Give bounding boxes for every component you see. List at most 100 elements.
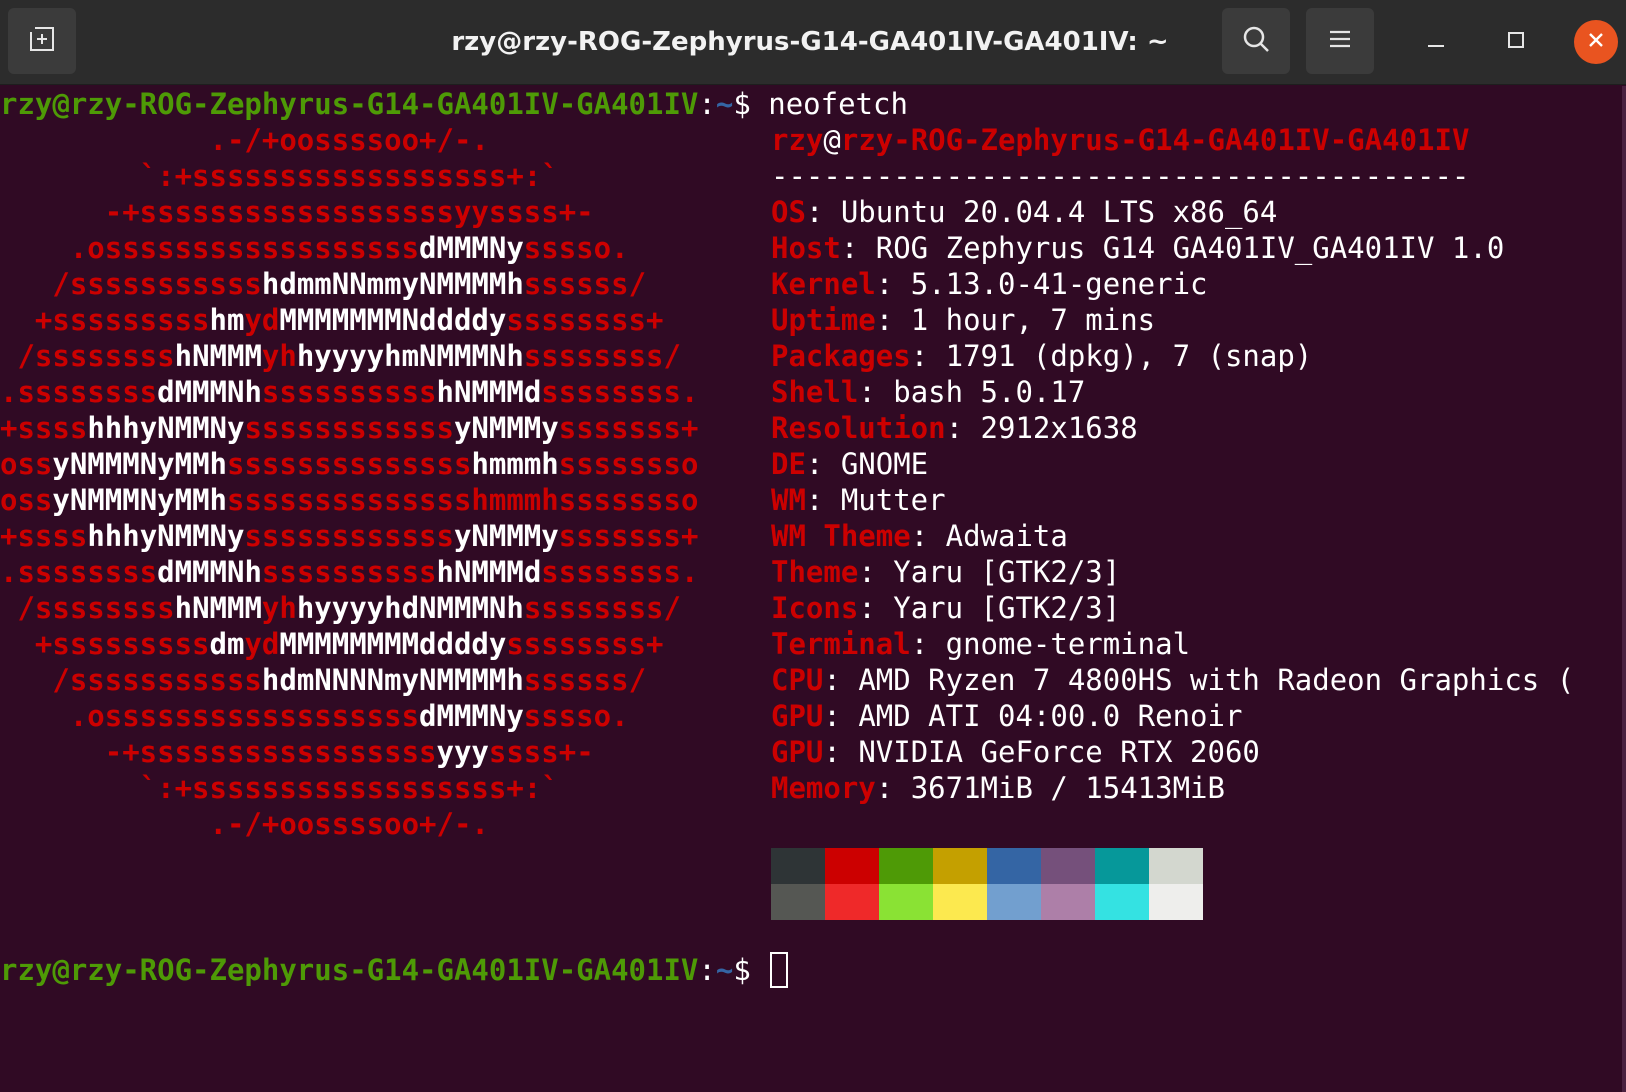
command-text: neofetch: [768, 87, 908, 121]
logo-segment: dMMMNh: [157, 555, 262, 589]
info-line: WM Theme: Adwaita: [771, 519, 1068, 553]
info-line: DE: GNOME: [771, 447, 929, 481]
logo-segment: hhhyNMMNy: [87, 519, 245, 553]
info-line: Theme: Yaru [GTK2/3]: [771, 555, 1121, 589]
scrollbar[interactable]: [1622, 86, 1626, 1092]
terminal-area[interactable]: rzy@rzy-ROG-Zephyrus-G14-GA401IV-GA401IV…: [0, 86, 1626, 1092]
logo-line: ossyNMMMNyMMhsssssssssssssshmmmhssssssso: [0, 446, 698, 482]
logo-segment: .ossssssssssssssssss: [0, 699, 420, 733]
info-value: gnome-terminal: [945, 627, 1191, 661]
logo-segment: hhhyNMMNy: [87, 411, 245, 445]
prompt-colon: :: [698, 953, 716, 987]
logo-line: .ssssssssdMMMNhsssssssssshNMMMdssssssss.: [0, 554, 698, 590]
logo-segment: ssssssss/: [523, 591, 681, 625]
info-value: Ubuntu 20.04.4 LTS x86_64: [840, 195, 1278, 229]
info-key: GPU: [771, 735, 824, 769]
info-header: rzy@rzy-ROG-Zephyrus-G14-GA401IV-GA401IV: [771, 122, 1469, 158]
color-swatch: [879, 848, 933, 884]
color-swatch: [1095, 884, 1149, 920]
logo-segment: `:+ssssssssssssssssss+:`: [0, 771, 559, 805]
search-button[interactable]: [1222, 8, 1290, 74]
window-title: rzy@rzy-ROG-Zephyrus-G14-GA401IV-GA401IV…: [451, 27, 1169, 57]
logo-line: +sssssssssdmydMMMMMMMMddddyssssssss+: [0, 626, 664, 662]
color-swatch: [987, 884, 1041, 920]
info-value: Yaru [GTK2/3]: [893, 555, 1121, 589]
logo-segment: ssssssssssss: [244, 519, 454, 553]
info-line: WM: Mutter: [771, 483, 946, 517]
info-line: GPU: AMD ATI 04:00.0 Renoir: [771, 699, 1243, 733]
info-value: ROG Zephyrus G14 GA401IV_GA401IV 1.0: [875, 231, 1505, 265]
info-value: 2912x1638: [980, 411, 1138, 445]
color-swatch: [879, 884, 933, 920]
info-line: Icons: Yaru [GTK2/3]: [771, 591, 1121, 625]
logo-segment: .-/+oossssoo+/-.: [0, 807, 489, 841]
maximize-icon: [1506, 30, 1526, 54]
info-key: DE: [771, 447, 806, 481]
info-value: bash 5.0.17: [893, 375, 1086, 409]
prompt-user-host: rzy@rzy-ROG-Zephyrus-G14-GA401IV-GA401IV: [0, 953, 699, 987]
prompt-path: ~: [715, 953, 734, 987]
info-line: CPU: AMD Ryzen 7 4800HS with Radeon Grap…: [771, 663, 1575, 697]
logo-line: -+sssssssssssssssssyyyssss+-: [0, 734, 594, 770]
logo-line: /sssssssshNMMMyhhyyyyhdNMMMNhssssssss/: [0, 590, 681, 626]
logo-segment: yNMMMy: [453, 411, 559, 445]
logo-segment: hNMMMd: [436, 375, 542, 409]
minimize-button[interactable]: [1414, 20, 1458, 64]
logo-segment: +sssssssss: [0, 627, 210, 661]
info-key: GPU: [771, 699, 824, 733]
logo-line: .-/+oossssoo+/-.: [0, 806, 489, 842]
logo-segment: sssso.: [523, 699, 629, 733]
info-value: Mutter: [840, 483, 946, 517]
logo-segment: hdmNNNNmyNMMMMh: [261, 663, 524, 697]
logo-segment: hNMMMd: [436, 555, 542, 589]
logo-segment: yd: [244, 303, 280, 337]
logo-segment: dMMMNh: [157, 375, 262, 409]
info-key: Kernel: [771, 267, 876, 301]
logo-segment: yNMMMy: [453, 519, 559, 553]
color-swatch: [771, 848, 825, 884]
minimize-icon: [1426, 30, 1446, 54]
info-line: Kernel: 5.13.0-41-generic: [771, 267, 1208, 301]
logo-segment: dMMMNy: [419, 699, 524, 733]
new-tab-icon: [27, 24, 57, 58]
color-swatch: [1095, 848, 1149, 884]
info-key: Shell: [771, 375, 859, 409]
logo-segment: oss: [0, 447, 53, 481]
info-line: Host: ROG Zephyrus G14 GA401IV_GA401IV 1…: [771, 231, 1505, 265]
info-key: OS: [771, 195, 806, 229]
logo-line: +sssshhhyNMMNyssssssssssssyNMMMysssssss+: [0, 410, 698, 446]
info-key: Uptime: [771, 303, 876, 337]
color-palette: [771, 848, 1203, 920]
logo-line: .ossssssssssssssssssdMMMNysssso.: [0, 230, 629, 266]
prompt-symbol: $: [733, 953, 769, 987]
logo-segment: hyyyyhdNMMMNh: [296, 591, 524, 625]
prompt-colon: :: [698, 87, 716, 121]
logo-segment: -+sssssssssssssssss: [0, 735, 437, 769]
info-line: OS: Ubuntu 20.04.4 LTS x86_64: [771, 195, 1278, 229]
color-swatch: [933, 848, 987, 884]
info-value: 3671MiB / 15413MiB: [910, 771, 1225, 805]
logo-segment: sssssss+: [558, 519, 699, 553]
info-key: WM: [771, 483, 806, 517]
command-prompt-line: rzy@rzy-ROG-Zephyrus-G14-GA401IV-GA401IV…: [0, 86, 908, 122]
logo-segment: ssssssssssssss: [227, 447, 472, 481]
color-swatch: [825, 848, 879, 884]
logo-line: ossyNMMMNyMMhsssssssssssssshmmmhssssssso: [0, 482, 698, 518]
info-value: 1791 (dpkg), 7 (snap): [945, 339, 1313, 373]
menu-button[interactable]: [1306, 8, 1374, 74]
logo-segment: /ssssssss: [0, 339, 175, 373]
logo-segment: .-/+oossssoo+/-.: [0, 123, 489, 157]
info-line: Memory: 3671MiB / 15413MiB: [771, 771, 1225, 805]
logo-segment: MMMMMMMNddddy: [279, 303, 507, 337]
maximize-button[interactable]: [1494, 20, 1538, 64]
logo-segment: ssssssssss: [261, 375, 437, 409]
logo-segment: ssssssssssss: [244, 411, 454, 445]
info-line: Packages: 1791 (dpkg), 7 (snap): [771, 339, 1313, 373]
info-user: rzy: [771, 123, 824, 157]
title-bar: rzy@rzy-ROG-Zephyrus-G14-GA401IV-GA401IV…: [0, 0, 1626, 85]
logo-segment: /sssssssssss: [0, 267, 262, 301]
logo-segment: hyyyyhmNMMMNh: [296, 339, 524, 373]
close-button[interactable]: [1574, 20, 1618, 64]
text-cursor: [770, 952, 789, 988]
new-tab-button[interactable]: [8, 8, 76, 74]
